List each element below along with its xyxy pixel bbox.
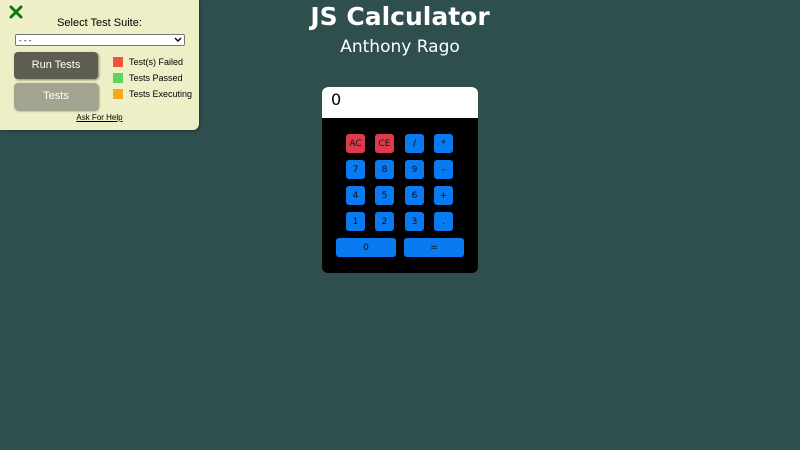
ac-button[interactable]: AC	[346, 134, 365, 153]
ask-for-help-link[interactable]: Ask For Help	[0, 113, 199, 122]
executing-swatch	[113, 89, 123, 99]
equals-button[interactable]: =	[404, 238, 464, 257]
page: Select Test Suite: - - - Run Tests Tests…	[0, 0, 800, 450]
five-button[interactable]: 5	[375, 186, 394, 205]
eight-button[interactable]: 8	[375, 160, 394, 179]
nine-button[interactable]: 9	[405, 160, 424, 179]
calculator-display: 0	[322, 87, 478, 118]
add-button[interactable]: +	[434, 186, 453, 205]
zero-button[interactable]: 0	[336, 238, 396, 257]
failed-swatch	[113, 57, 123, 67]
legend-label-failed: Test(s) Failed	[129, 57, 184, 67]
calculator: 0 AC CE / * 7 8 9 - 4 5 6 + 1 2 3 . 0 =	[322, 87, 478, 273]
page-title: JS Calculator	[310, 2, 490, 31]
ce-button[interactable]: CE	[375, 134, 394, 153]
multiply-button[interactable]: *	[434, 134, 453, 153]
legend-label-passed: Tests Passed	[129, 73, 183, 83]
tests-button[interactable]: Tests	[14, 83, 98, 110]
one-button[interactable]: 1	[346, 212, 365, 231]
two-button[interactable]: 2	[375, 212, 394, 231]
decimal-button[interactable]: .	[434, 212, 453, 231]
passed-swatch	[113, 73, 123, 83]
six-button[interactable]: 6	[405, 186, 424, 205]
subtract-button[interactable]: -	[434, 160, 453, 179]
four-button[interactable]: 4	[346, 186, 365, 205]
legend-label-executing: Tests Executing	[129, 89, 193, 99]
seven-button[interactable]: 7	[346, 160, 365, 179]
page-subtitle: Anthony Rago	[340, 37, 460, 57]
divide-button[interactable]: /	[405, 134, 424, 153]
three-button[interactable]: 3	[405, 212, 424, 231]
